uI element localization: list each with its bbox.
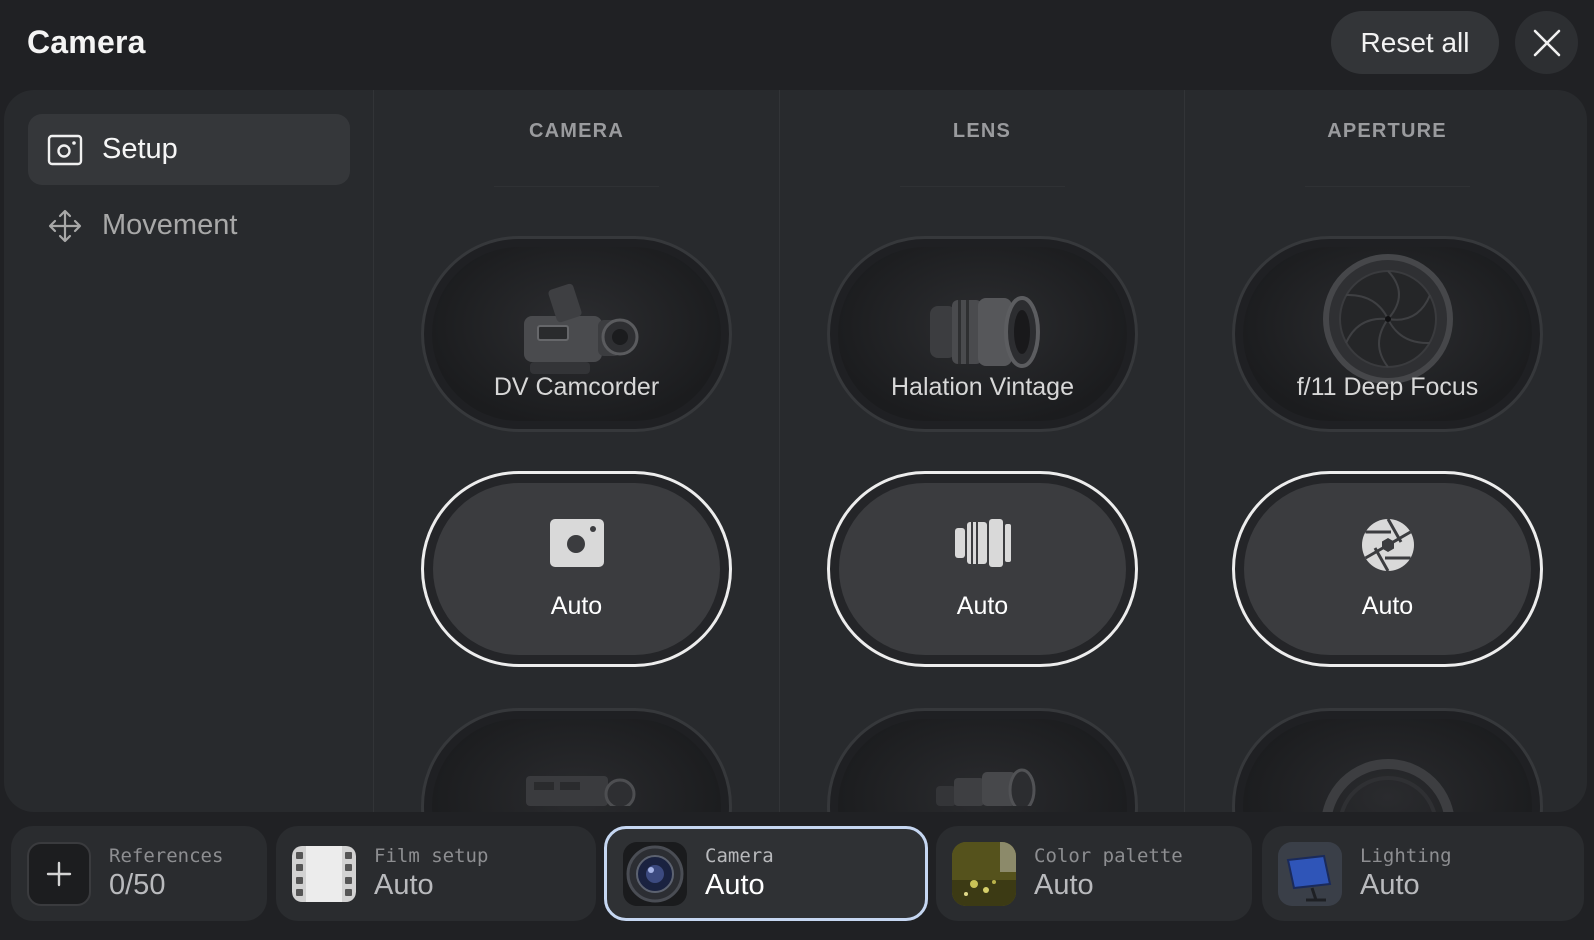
card-label: Camera <box>705 845 774 867</box>
aperture-auto-icon <box>1235 518 1540 572</box>
card-value: 0/50 <box>109 869 166 901</box>
lens-auto-icon <box>830 518 1135 568</box>
plus-icon <box>27 841 91 906</box>
camera-settings-window: Camera Reset all Setup Movement CAMERA D… <box>0 0 1594 940</box>
option-cinema-camera[interactable] <box>421 708 732 812</box>
option-dv-camcorder[interactable]: DV Camcorder <box>421 236 732 432</box>
lens-image <box>913 721 1053 812</box>
sidebar-item-setup[interactable]: Setup <box>28 114 350 185</box>
option-label: DV Camcorder <box>493 373 660 401</box>
column-heading: CAMERA <box>529 120 624 142</box>
divider <box>900 186 1065 187</box>
card-value: Auto <box>705 869 765 901</box>
cinema-camera-image <box>507 721 647 812</box>
lens-thumb-icon <box>623 841 687 906</box>
color-palette-card[interactable]: Color palette Auto <box>936 826 1252 921</box>
film-setup-card[interactable]: Film setup Auto <box>276 826 596 921</box>
card-value: Auto <box>1034 869 1094 901</box>
option-halation-vintage[interactable]: Halation Vintage <box>827 236 1138 432</box>
option-lens-ring[interactable] <box>1232 708 1543 812</box>
option-label: Halation Vintage <box>890 373 1074 401</box>
close-icon <box>1533 29 1560 56</box>
bottom-bar: References 0/50 Film setup Auto Camera A… <box>0 812 1594 940</box>
divider <box>1305 186 1470 187</box>
card-value: Auto <box>1360 869 1420 901</box>
sidebar: Setup Movement <box>4 90 374 812</box>
option-auto-aperture[interactable]: Auto <box>1232 471 1543 667</box>
camcorder-image <box>507 274 647 384</box>
option-auto-camera[interactable]: Auto <box>421 471 732 667</box>
reset-all-button[interactable]: Reset all <box>1331 11 1499 74</box>
sidebar-item-movement[interactable]: Movement <box>28 190 350 261</box>
option-label: Auto <box>1361 592 1414 620</box>
option-lens[interactable] <box>827 708 1138 812</box>
option-label: Auto <box>956 592 1009 620</box>
camera-auto-icon <box>424 518 729 568</box>
option-label: Auto <box>550 592 603 620</box>
column-heading: LENS <box>952 120 1012 142</box>
camera-card[interactable]: Camera Auto <box>604 826 928 921</box>
card-value: Auto <box>374 869 434 901</box>
lens-ring-image <box>1318 731 1458 812</box>
aperture-blades-image <box>1318 254 1458 384</box>
camera-frame-icon <box>46 131 84 169</box>
card-label: Lighting <box>1360 845 1452 867</box>
page-title: Camera <box>27 24 146 60</box>
close-button[interactable] <box>1515 11 1578 74</box>
light-panel-icon <box>1278 841 1342 906</box>
card-label: References <box>109 845 224 867</box>
option-label: f/11 Deep Focus <box>1296 373 1479 401</box>
camera-column: CAMERA DV Camcorder Auto <box>374 90 779 812</box>
lens-column: LENS Halation Vintage Auto <box>779 90 1184 812</box>
card-label: Color palette <box>1034 845 1183 867</box>
option-auto-lens[interactable]: Auto <box>827 471 1138 667</box>
options-columns: CAMERA DV Camcorder Auto LENS Halation V… <box>374 90 1587 812</box>
card-label: Film setup <box>374 845 489 867</box>
palette-thumb-image <box>952 841 1016 906</box>
settings-panel: Setup Movement CAMERA DV Camcorder Auto … <box>4 90 1587 812</box>
sidebar-item-label: Setup <box>102 133 178 165</box>
film-strip-icon <box>292 842 356 906</box>
references-card[interactable]: References 0/50 <box>11 826 267 921</box>
divider <box>494 186 659 187</box>
aperture-column: APERTURE f/11 Deep Focus Auto <box>1184 90 1587 812</box>
column-heading: APERTURE <box>1327 120 1447 142</box>
vintage-lens-image <box>913 274 1053 384</box>
sidebar-item-label: Movement <box>102 209 238 241</box>
option-f11-deep-focus[interactable]: f/11 Deep Focus <box>1232 236 1543 432</box>
lighting-card[interactable]: Lighting Auto <box>1262 826 1584 921</box>
move-arrows-icon <box>46 207 84 245</box>
